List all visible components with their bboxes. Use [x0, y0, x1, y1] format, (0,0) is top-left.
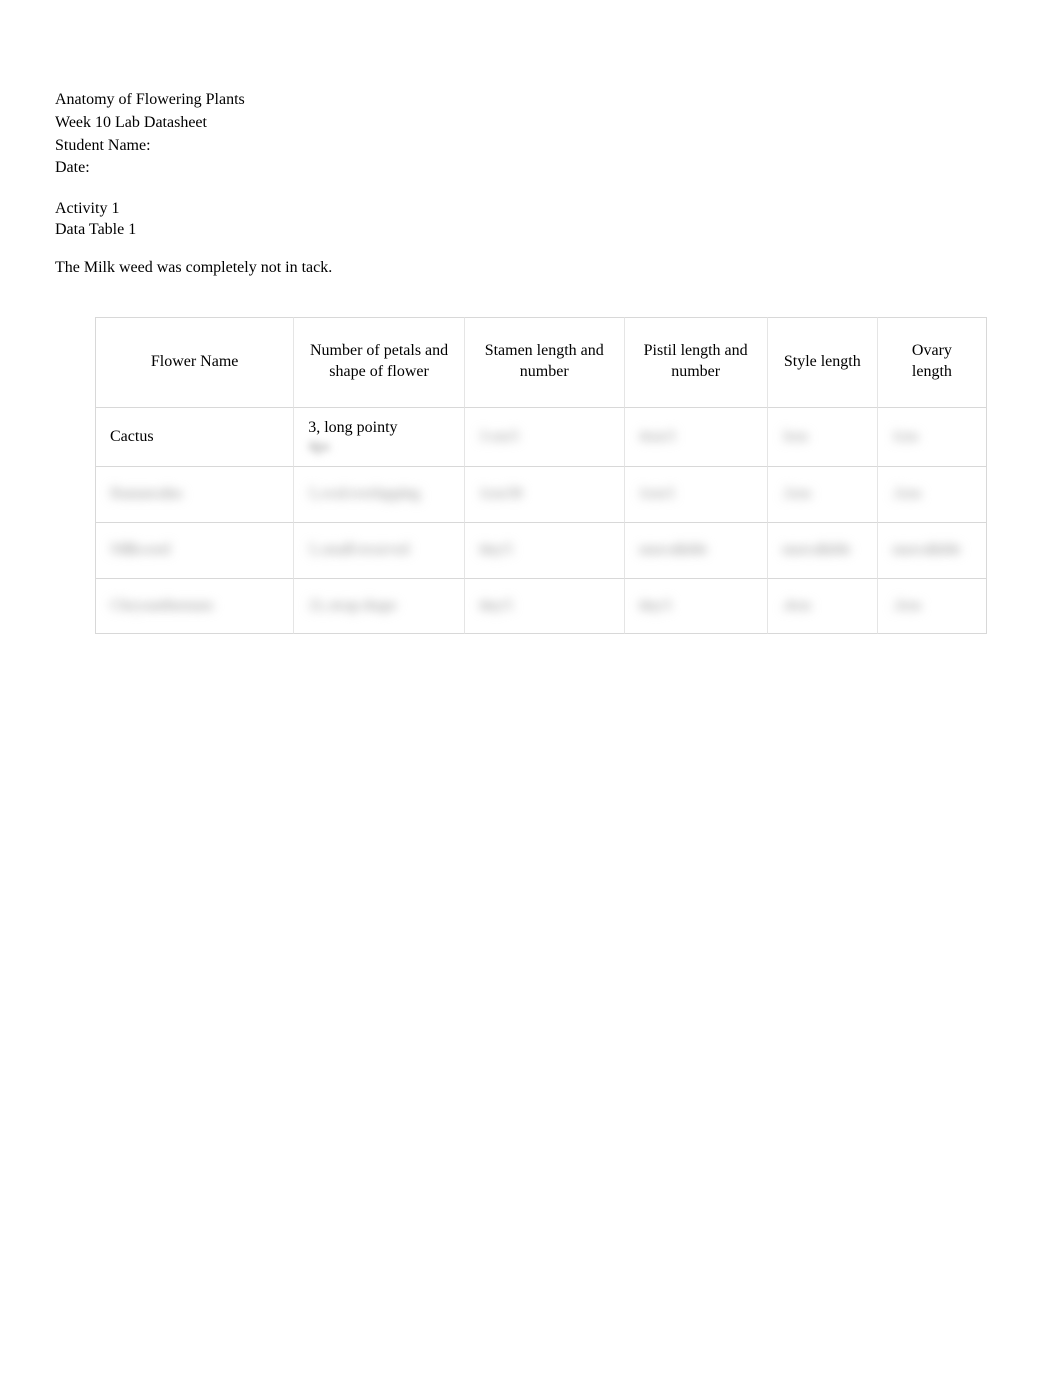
col-style: Style length: [767, 317, 877, 407]
cell-flower-name: Cactus: [95, 407, 293, 466]
table-header-row: Flower Name Number of petals and shape o…: [95, 317, 987, 407]
activity-subtitle: Data Table 1: [55, 220, 1007, 241]
redacted-text: tips: [308, 438, 329, 456]
cell-petals: 5, small recurved: [293, 522, 464, 578]
cell-stamen: 1cm/30: [464, 466, 624, 522]
redacted-text: 5, small recurved: [308, 541, 408, 559]
redacted-text: 3cm: [782, 428, 807, 446]
cell-pistil: unavailable: [624, 522, 767, 578]
redacted-text: tiny/5: [479, 597, 512, 615]
redacted-text: Chrysanthemum: [110, 597, 213, 615]
activity-title: Activity 1: [55, 199, 1007, 220]
cell-pistil: 1cm/1: [624, 466, 767, 522]
cell-petals: 21, strap shape: [293, 578, 464, 634]
col-ovary: Ovary length: [877, 317, 987, 407]
redacted-text: unavailable: [892, 541, 960, 559]
cell-style: .4cm: [767, 578, 877, 634]
cell-ovary: unavailable: [877, 522, 987, 578]
table-row: Cactus 3, long pointy tips 3 cm/3 4cm/3 …: [95, 407, 987, 466]
cell-flower-name: Chrysanthemum: [95, 578, 293, 634]
redacted-text: .3cm: [892, 597, 920, 615]
cell-style: 3cm: [767, 407, 877, 466]
redacted-text: .5cm: [782, 485, 810, 503]
cell-ovary: .3cm: [877, 578, 987, 634]
cell-stamen: tiny/5: [464, 522, 624, 578]
redacted-text: 5, oval overlapping: [308, 485, 419, 503]
doc-title: Anatomy of Flowering Plants: [55, 90, 1007, 111]
cell-flower-name: Ranunculus: [95, 466, 293, 522]
redacted-text: 1cm/1: [639, 485, 675, 503]
cell-flower-name: Milkweed: [95, 522, 293, 578]
doc-header: Anatomy of Flowering Plants Week 10 Lab …: [55, 90, 1007, 179]
date-line: Date:: [55, 158, 1007, 179]
col-petals: Number of petals and shape of flower: [293, 317, 464, 407]
redacted-text: Ranunculus: [110, 485, 182, 503]
redacted-text: Milkweed: [110, 541, 170, 559]
cell-petals: 5, oval overlapping: [293, 466, 464, 522]
redacted-text: 1cm/30: [479, 485, 522, 503]
cell-text: 3, long pointy: [308, 418, 397, 438]
flower-table: Flower Name Number of petals and shape o…: [95, 317, 987, 634]
cell-petals: 3, long pointy tips: [293, 407, 464, 466]
redacted-text: .5cm: [892, 485, 920, 503]
redacted-text: tiny/1: [639, 597, 672, 615]
redacted-text: tiny/5: [479, 541, 512, 559]
col-pistil: Pistil length and number: [624, 317, 767, 407]
cell-style: unavailable: [767, 522, 877, 578]
cell-stamen: tiny/5: [464, 578, 624, 634]
activity-heading: Activity 1 Data Table 1: [55, 199, 1007, 241]
cell-ovary: .5cm: [877, 466, 987, 522]
cell-text: Cactus: [110, 427, 154, 447]
cell-pistil: 4cm/3: [624, 407, 767, 466]
doc-subtitle: Week 10 Lab Datasheet: [55, 113, 1007, 134]
table-row: Ranunculus 5, oval overlapping 1cm/30 1c…: [95, 466, 987, 522]
cell-style: .5cm: [767, 466, 877, 522]
redacted-text: 1cm: [892, 428, 917, 446]
redacted-text: 21, strap shape: [308, 597, 396, 615]
redacted-text: 4cm/3: [639, 428, 675, 446]
redacted-text: 3 cm/3: [479, 428, 518, 446]
activity-note: The Milk weed was completely not in tack…: [55, 259, 1007, 277]
col-flower-name: Flower Name: [95, 317, 293, 407]
cell-ovary: 1cm: [877, 407, 987, 466]
table-row: Chrysanthemum 21, strap shape tiny/5 tin…: [95, 578, 987, 634]
redacted-text: .4cm: [782, 597, 810, 615]
cell-stamen: 3 cm/3: [464, 407, 624, 466]
cell-pistil: tiny/1: [624, 578, 767, 634]
table-row: Milkweed 5, small recurved tiny/5 unavai…: [95, 522, 987, 578]
data-table-1: Flower Name Number of petals and shape o…: [95, 317, 987, 634]
col-stamen: Stamen length and number: [464, 317, 624, 407]
redacted-text: unavailable: [782, 541, 850, 559]
student-name-line: Student Name:: [55, 136, 1007, 157]
redacted-text: unavailable: [639, 541, 707, 559]
